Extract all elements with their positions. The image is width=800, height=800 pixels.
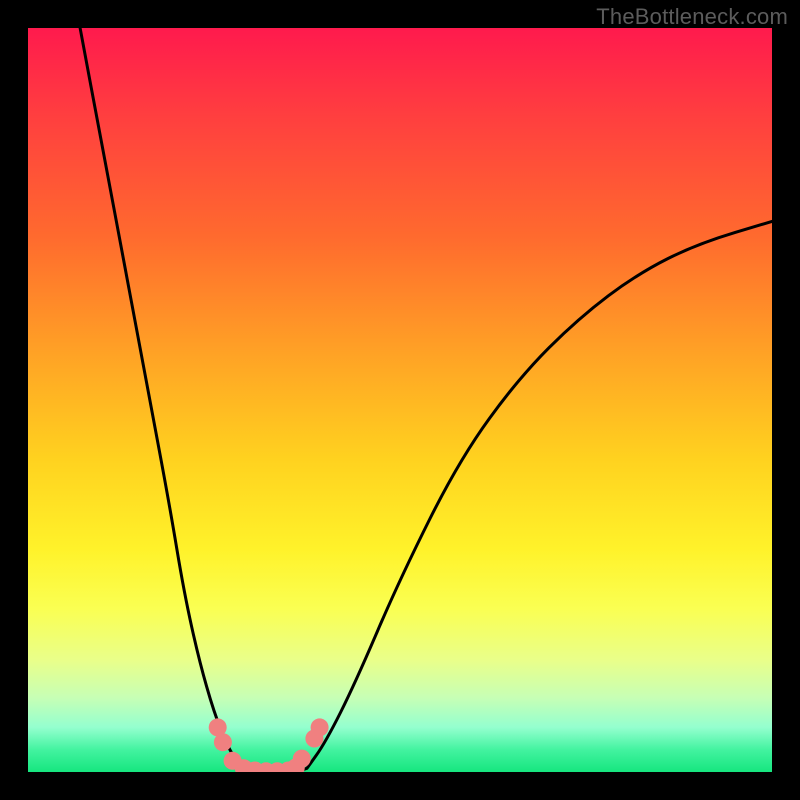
curve-layer (28, 28, 772, 772)
plot-area (28, 28, 772, 772)
chart-frame: TheBottleneck.com (0, 0, 800, 800)
marker-dot (311, 718, 329, 736)
bottleneck-curve (80, 28, 772, 772)
marker-dot (293, 750, 311, 768)
curve-path (80, 28, 772, 772)
marker-dot (214, 733, 232, 751)
watermark-text: TheBottleneck.com (596, 4, 788, 30)
